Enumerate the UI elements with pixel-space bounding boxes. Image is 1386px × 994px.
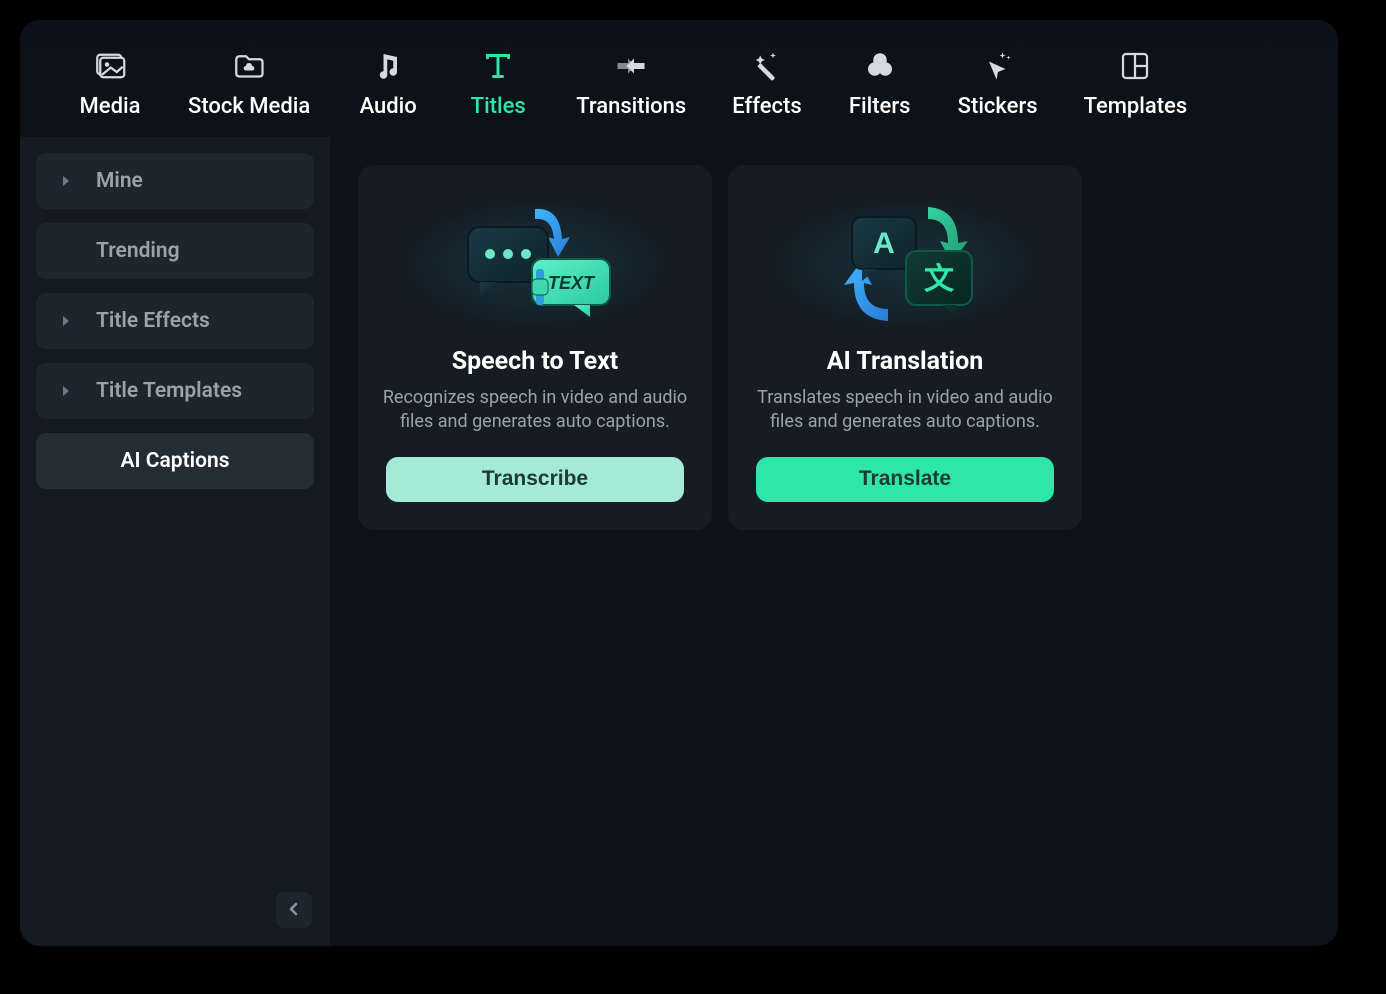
tab-label: Filters	[849, 94, 911, 119]
chevron-right-icon	[60, 315, 88, 327]
card-description: Recognizes speech in video and audio fil…	[382, 386, 688, 435]
tab-stock-media[interactable]: Stock Media	[170, 40, 328, 127]
sidebar-item-label: Title Effects	[96, 309, 294, 333]
tab-transitions[interactable]: Transitions	[558, 40, 704, 127]
sidebar-item-label: Mine	[96, 169, 294, 193]
chevron-right-icon	[60, 175, 88, 187]
tab-media[interactable]: Media	[60, 40, 160, 127]
svg-text:文: 文	[924, 262, 954, 296]
tab-label: Stock Media	[188, 94, 310, 119]
text-t-icon	[480, 48, 516, 84]
tab-templates[interactable]: Templates	[1066, 40, 1206, 127]
card-ai-translation: A 文 AI Translation Translates speech in …	[728, 165, 1082, 530]
sidebar-item-mine[interactable]: Mine	[36, 153, 314, 209]
tab-label: Media	[80, 94, 141, 119]
speech-to-text-icon: TEXT	[382, 189, 688, 339]
card-title: Speech to Text	[452, 347, 619, 376]
translate-button[interactable]: Translate	[756, 457, 1054, 502]
tab-label: Effects	[732, 94, 801, 119]
top-tabs: Media Stock Media Audio	[20, 20, 1338, 137]
cloud-folder-icon	[231, 48, 267, 84]
sidebar-item-label: Title Templates	[96, 379, 294, 403]
sidebar-item-title-effects[interactable]: Title Effects	[36, 293, 314, 349]
transcribe-button[interactable]: Transcribe	[386, 457, 684, 502]
tab-stickers[interactable]: Stickers	[940, 40, 1056, 127]
tab-audio[interactable]: Audio	[338, 40, 438, 127]
tab-titles[interactable]: Titles	[448, 40, 548, 127]
sidebar-item-label: Trending	[96, 239, 294, 263]
sidebar: Mine Trending Title Effects Title Templa…	[20, 137, 330, 946]
layout-grid-icon	[1117, 48, 1153, 84]
content-area: TEXT Speech to Text Recognizes speech in…	[330, 137, 1338, 946]
card-description: Translates speech in video and audio fil…	[752, 386, 1058, 435]
tab-label: Titles	[471, 94, 526, 119]
tab-effects[interactable]: Effects	[714, 40, 819, 127]
app-panel: Media Stock Media Audio	[20, 20, 1338, 946]
venn-circles-icon	[862, 48, 898, 84]
image-icon	[92, 48, 128, 84]
transitions-icon	[613, 48, 649, 84]
tab-label: Transitions	[576, 94, 686, 119]
chevron-left-icon	[288, 901, 300, 920]
chevron-right-icon	[60, 385, 88, 397]
tab-label: Stickers	[958, 94, 1038, 119]
sidebar-item-ai-captions[interactable]: AI Captions	[36, 433, 314, 489]
sidebar-item-label: AI Captions	[120, 449, 229, 473]
magic-wand-icon	[749, 48, 785, 84]
svg-text:TEXT: TEXT	[548, 273, 596, 293]
music-note-icon	[370, 48, 406, 84]
ai-translation-icon: A 文	[752, 189, 1058, 339]
sidebar-item-trending[interactable]: Trending	[36, 223, 314, 279]
sparkle-cursor-icon	[980, 48, 1016, 84]
collapse-sidebar-button[interactable]	[276, 892, 312, 928]
svg-text:A: A	[873, 227, 895, 260]
sidebar-item-title-templates[interactable]: Title Templates	[36, 363, 314, 419]
tab-filters[interactable]: Filters	[830, 40, 930, 127]
tab-label: Audio	[360, 94, 417, 119]
card-speech-to-text: TEXT Speech to Text Recognizes speech in…	[358, 165, 712, 530]
main-area: Mine Trending Title Effects Title Templa…	[20, 137, 1338, 946]
tab-label: Templates	[1084, 94, 1188, 119]
card-title: AI Translation	[827, 347, 984, 376]
